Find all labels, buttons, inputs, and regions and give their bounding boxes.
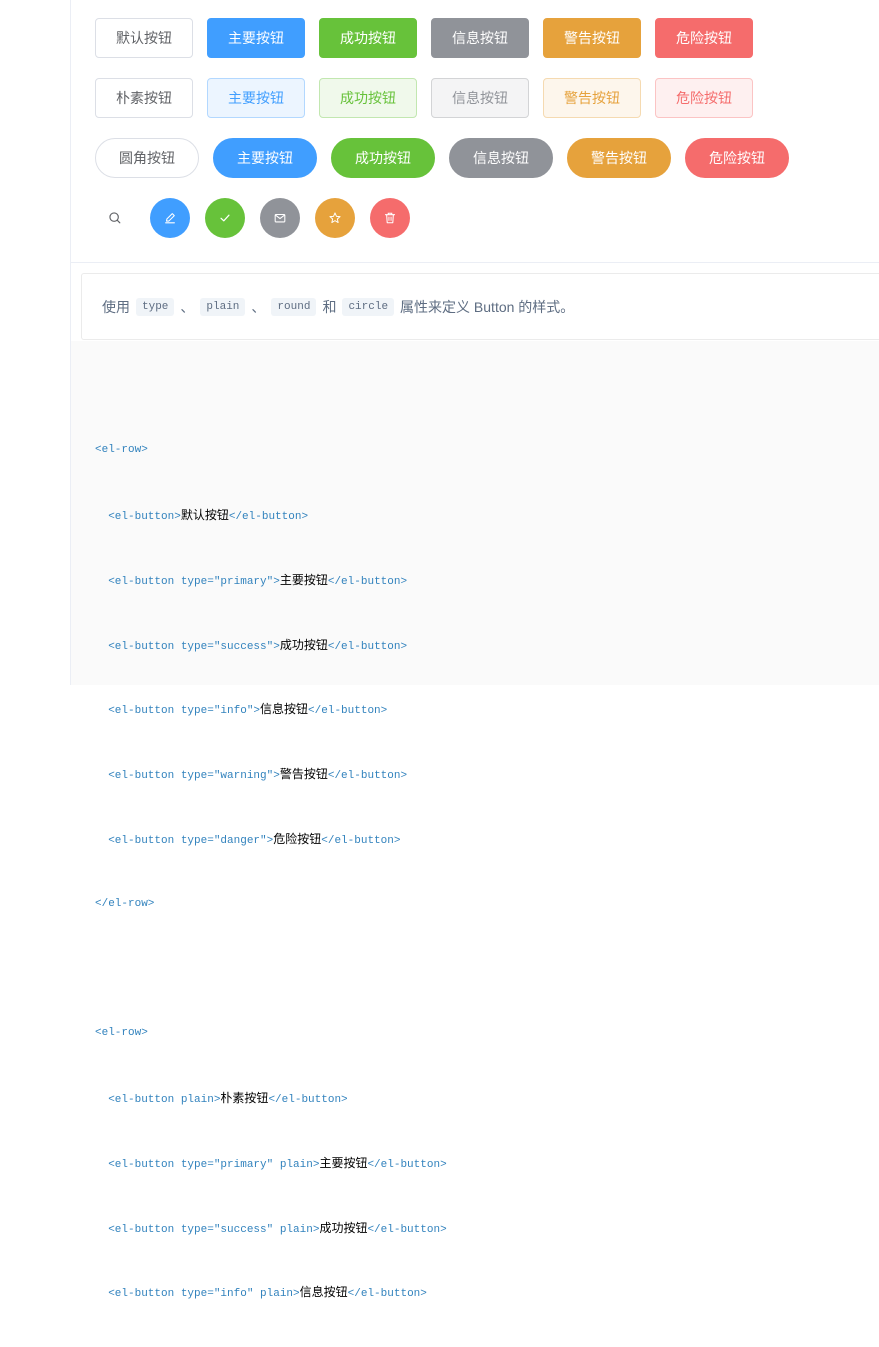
plain-danger-button[interactable]: 危险按钮 xyxy=(655,78,753,118)
plain-primary-button[interactable]: 主要按钮 xyxy=(207,78,305,118)
demo-area: 默认按钮 主要按钮 成功按钮 信息按钮 警告按钮 危险按钮 朴素按钮 主要按钮 … xyxy=(71,0,879,262)
code-tag: <el-button type="primary" plain> xyxy=(95,1158,320,1171)
code-text: 默认按钮 xyxy=(180,507,229,522)
code-text: 成功按钮 xyxy=(319,1220,368,1235)
danger-button[interactable]: 危险按钮 xyxy=(655,18,753,58)
code-tag: </el-button> xyxy=(327,575,408,588)
round-info-button[interactable]: 信息按钮 xyxy=(449,138,553,178)
code-tag: <el-button type="info" plain> xyxy=(95,1288,300,1301)
code-tag: </el-button> xyxy=(268,1094,348,1106)
plain-success-button[interactable]: 成功按钮 xyxy=(319,78,417,118)
circle-check-button[interactable] xyxy=(205,198,245,238)
code-tag: <el-button type="danger"> xyxy=(95,834,274,847)
circle-search-button[interactable] xyxy=(95,198,135,238)
code-tag: <el-button type="info"> xyxy=(95,705,261,718)
code-text: 危险按钮 xyxy=(273,831,322,846)
code-tag: </el-button> xyxy=(347,1288,427,1301)
description-block: 使用 type 、 plain 、 round 和 circle 属性来定义 B… xyxy=(81,273,879,340)
code-line: </el-row> xyxy=(95,897,155,910)
description-prefix: 使用 xyxy=(102,298,130,315)
star-icon xyxy=(329,212,341,224)
round-warning-button[interactable]: 警告按钮 xyxy=(567,138,671,178)
round-default-button[interactable]: 圆角按钮 xyxy=(95,138,199,178)
code-tag: <el-button> xyxy=(95,510,181,523)
code-tag: <el-button type="primary"> xyxy=(95,575,280,588)
round-danger-button[interactable]: 危险按钮 xyxy=(685,138,789,178)
delete-icon xyxy=(384,212,396,224)
code-line: <el-row> xyxy=(95,1027,148,1040)
code-block: <el-row> <el-button>默认按钮</el-button> <el… xyxy=(71,341,879,1300)
description-and: 和 xyxy=(322,298,337,315)
code-tag: <el-button type="warning"> xyxy=(95,770,280,783)
code-tag: </el-button> xyxy=(228,510,309,523)
plain-warning-button[interactable]: 警告按钮 xyxy=(543,78,641,118)
code-text: 信息按钮 xyxy=(299,1285,348,1300)
code-round: round xyxy=(271,297,317,316)
code-tag: <el-button type="success"> xyxy=(95,640,280,653)
primary-button[interactable]: 主要按钮 xyxy=(207,18,305,58)
code-text: 主要按钮 xyxy=(319,1155,368,1170)
check-icon xyxy=(220,214,230,222)
info-button[interactable]: 信息按钮 xyxy=(431,18,529,58)
code-text: 成功按钮 xyxy=(279,637,328,652)
default-button[interactable]: 默认按钮 xyxy=(95,18,193,58)
code-type: type xyxy=(136,297,175,316)
code-tag: <el-button plain> xyxy=(95,1094,221,1106)
code-tag: </el-button> xyxy=(327,640,408,653)
code-text: 信息按钮 xyxy=(260,702,309,717)
code-circle: circle xyxy=(342,297,395,316)
code-tag: </el-button> xyxy=(367,1158,447,1171)
description-suffix: 属性来定义 Button 的样式。 xyxy=(400,298,575,315)
plain-buttons-row: 朴素按钮 主要按钮 成功按钮 信息按钮 警告按钮 危险按钮 xyxy=(95,78,767,118)
round-primary-button[interactable]: 主要按钮 xyxy=(213,138,317,178)
code-tag: </el-button> xyxy=(321,834,401,847)
circle-message-button[interactable] xyxy=(260,198,300,238)
code-tag: </el-button> xyxy=(327,770,408,783)
message-icon xyxy=(274,213,286,223)
circle-delete-button[interactable] xyxy=(370,198,410,238)
description-sep: 、 xyxy=(180,298,195,315)
search-icon xyxy=(109,212,121,224)
circle-edit-button[interactable] xyxy=(150,198,190,238)
success-button[interactable]: 成功按钮 xyxy=(319,18,417,58)
warning-button[interactable]: 警告按钮 xyxy=(543,18,641,58)
default-buttons-row: 默认按钮 主要按钮 成功按钮 信息按钮 警告按钮 危险按钮 xyxy=(95,18,767,58)
code-text: 朴素按钮 xyxy=(220,1091,269,1105)
round-buttons-row: 圆角按钮 主要按钮 成功按钮 信息按钮 警告按钮 危险按钮 xyxy=(95,138,803,178)
circle-buttons-row xyxy=(95,198,425,238)
plain-default-button[interactable]: 朴素按钮 xyxy=(95,78,193,118)
code-text: 警告按钮 xyxy=(279,767,328,782)
code-tag: </el-button> xyxy=(308,705,388,718)
edit-icon xyxy=(165,213,175,224)
code-line: <el-row> xyxy=(95,444,148,457)
description-sep: 、 xyxy=(251,298,266,315)
plain-info-button[interactable]: 信息按钮 xyxy=(431,78,529,118)
circle-star-button[interactable] xyxy=(315,198,355,238)
code-text: 主要按钮 xyxy=(279,572,328,587)
round-success-button[interactable]: 成功按钮 xyxy=(331,138,435,178)
code-plain: plain xyxy=(200,297,246,316)
code-tag: </el-button> xyxy=(367,1223,447,1236)
section-divider xyxy=(71,262,879,263)
code-tag: <el-button type="success" plain> xyxy=(95,1223,320,1236)
code-content: <el-row> <el-button>默认按钮</el-button> <el… xyxy=(95,397,447,1347)
